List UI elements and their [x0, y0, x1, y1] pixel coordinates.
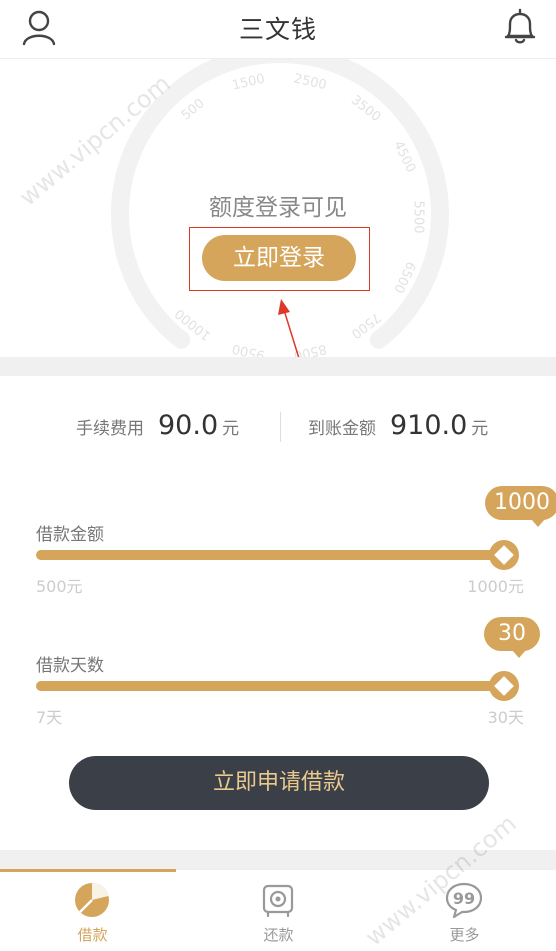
- apply-loan-button[interactable]: 立即申请借款: [69, 756, 489, 810]
- tab-more[interactable]: 99 更多: [372, 870, 556, 950]
- tab-borrow[interactable]: 借款: [0, 870, 185, 950]
- days-value-bubble: 30: [484, 617, 540, 658]
- amount-slider-track[interactable]: [36, 550, 504, 560]
- annotation-highlight-box: [189, 227, 370, 291]
- days-slider-track[interactable]: [36, 681, 504, 691]
- arrival-label: 到账金额: [308, 419, 376, 439]
- amount-slider-thumb[interactable]: [489, 540, 519, 570]
- loan-form-section: 手续费用 90.0 元 到账金额 910.0 元 1000 借款金额 500元 …: [0, 376, 556, 850]
- svg-text:99: 99: [453, 889, 475, 908]
- tab-label: 还款: [263, 926, 294, 944]
- bottom-tab-bar: 借款 还款 99 更多: [0, 869, 556, 950]
- days-slider-label: 借款天数: [36, 656, 104, 676]
- amount-slider-min: 500元: [36, 577, 83, 596]
- days-slider-min: 7天: [36, 708, 63, 727]
- amount-value-bubble: 1000: [485, 486, 556, 527]
- gauge-tick-label: 8500: [292, 341, 328, 357]
- fee-label: 手续费用: [76, 419, 144, 439]
- gauge-tick-label: 500: [179, 96, 208, 123]
- days-slider-thumb[interactable]: [489, 671, 519, 701]
- app-title: 三文钱: [238, 15, 317, 44]
- arrival-value: 910.0: [390, 410, 468, 441]
- arrival-item: 到账金额 910.0 元: [308, 410, 488, 441]
- arrival-unit: 元: [471, 419, 489, 439]
- gauge-tick-label: 9500: [231, 340, 267, 357]
- days-slider-max: 30天: [487, 708, 524, 727]
- fee-item: 手续费用 90.0 元: [76, 410, 239, 441]
- fee-unit: 元: [222, 419, 240, 439]
- app-header: 三文钱: [0, 0, 556, 59]
- pie-chart-icon: [75, 883, 109, 917]
- login-to-view-credit-text: 额度登录可见: [209, 195, 347, 221]
- section-divider: [0, 357, 556, 376]
- amount-slider-label: 借款金额: [36, 525, 104, 545]
- gauge-tick-label: 2500: [292, 71, 328, 93]
- gauge-tick-label: 1500: [231, 72, 267, 94]
- diamond-icon: [494, 676, 514, 696]
- amount-slider-max: 1000元: [467, 577, 524, 596]
- credit-gauge-section: 500 1500 2500 3500 4500 5500 6500 7500 8500 9500 1…: [0, 59, 556, 357]
- safe-icon: [262, 884, 294, 918]
- tab-label: 借款: [77, 926, 108, 944]
- tab-label: 更多: [449, 926, 480, 944]
- diamond-icon: [494, 545, 514, 565]
- tab-repay[interactable]: 还款: [186, 870, 371, 950]
- fee-separator: [280, 412, 281, 442]
- section-divider: [0, 850, 556, 869]
- fee-value: 90.0: [158, 410, 219, 441]
- notification-bell-icon[interactable]: [500, 6, 540, 46]
- quote-bubble-icon: 99: [445, 882, 483, 919]
